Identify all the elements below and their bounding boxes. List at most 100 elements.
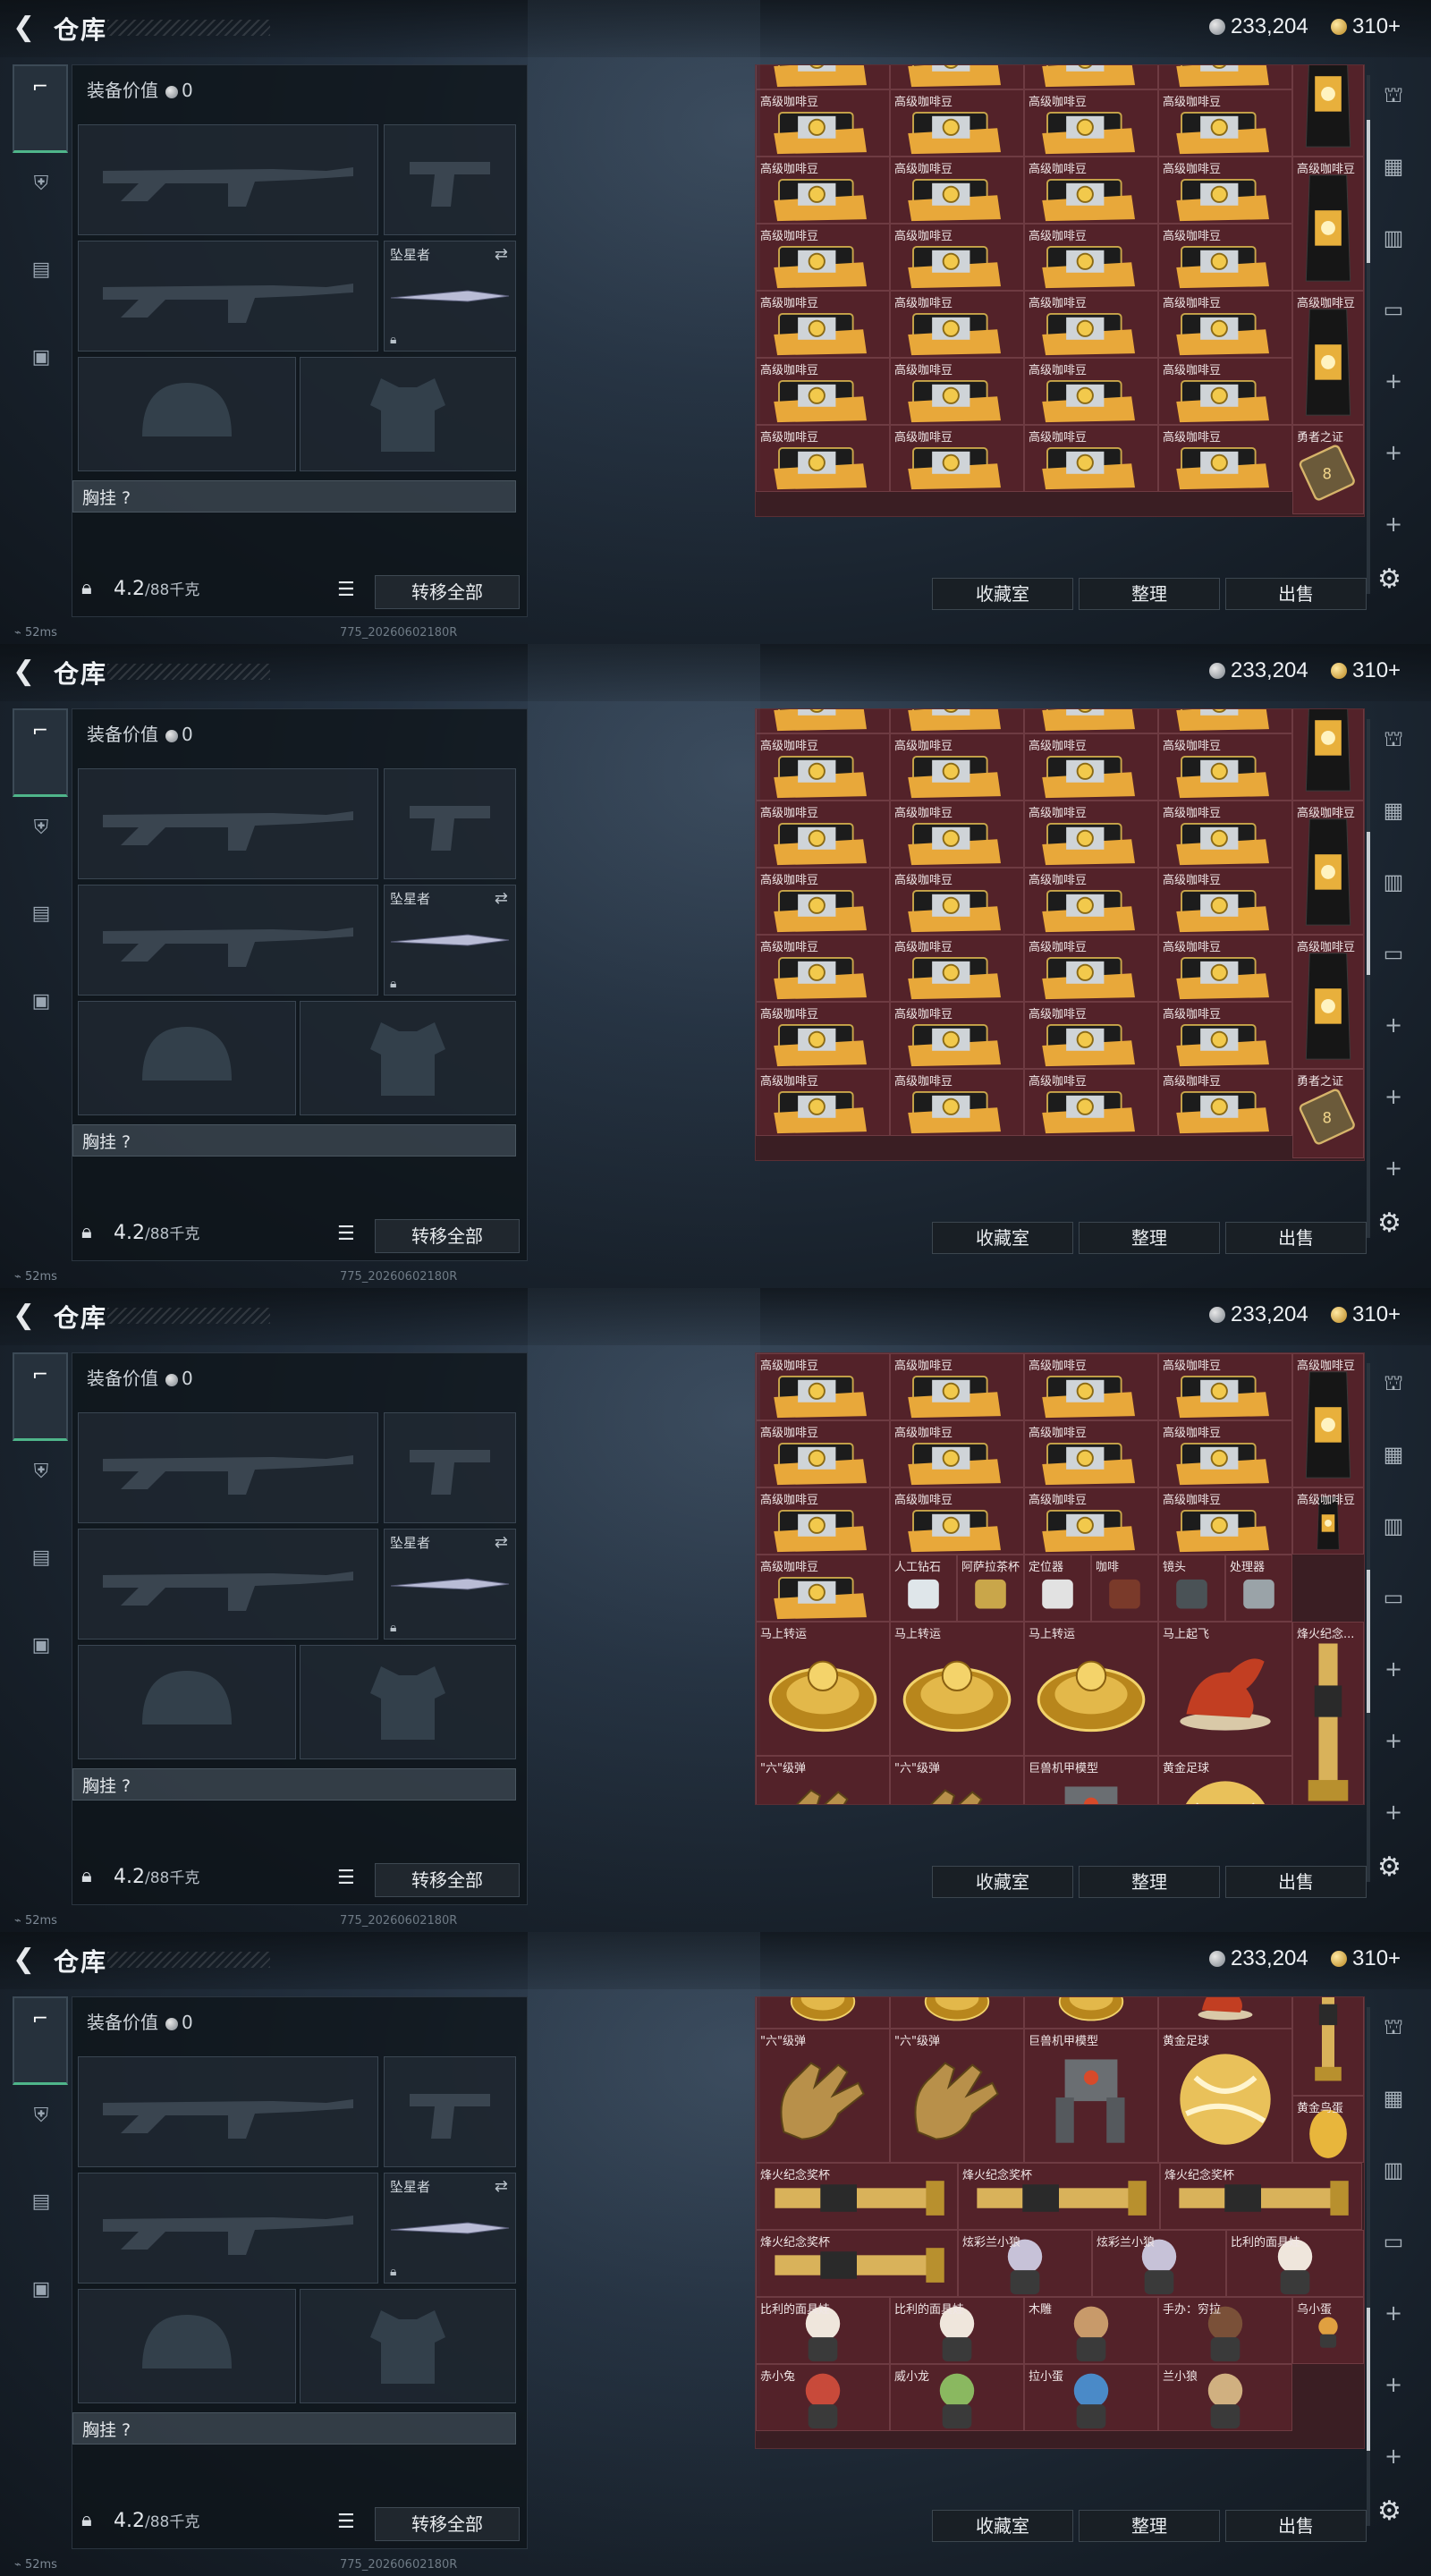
coffee-bean-item[interactable]: 高级咖啡豆 — [1158, 291, 1292, 358]
coffee-bean-item[interactable]: 高级咖啡豆 — [1158, 224, 1292, 291]
coffee-bag-item[interactable]: 高级咖啡豆 — [1292, 801, 1364, 935]
coffee-bean-item[interactable]: 高级咖啡豆 — [1158, 1353, 1292, 1420]
backpack-icon[interactable]: ⛫ — [1374, 75, 1413, 114]
secondary-weapon-slot[interactable] — [78, 885, 378, 996]
coffee-bean-item[interactable] — [1024, 709, 1158, 733]
backpack-icon[interactable]: ⛫ — [1374, 1363, 1413, 1402]
safe-box-icon[interactable]: ▦ — [1374, 147, 1413, 186]
grid-scrollbar[interactable] — [1367, 719, 1370, 1238]
melee-slot[interactable]: 坠星者 ⇄ 🔒︎ — [384, 241, 516, 352]
collectible-item[interactable]: 马上转运 — [756, 1622, 890, 1756]
sell-button[interactable]: 出售 — [1225, 578, 1367, 610]
grid-scrollbar[interactable] — [1367, 1363, 1370, 1882]
back-arrow-icon[interactable]: ❮ — [13, 13, 39, 43]
pistol-slot[interactable] — [384, 2056, 516, 2167]
case-icon[interactable]: ▥ — [1374, 862, 1413, 902]
coffee-bean-item[interactable]: 高级咖啡豆 — [1158, 801, 1292, 868]
add-icon[interactable]: + — [1374, 1148, 1413, 1188]
trophy-item[interactable]: 烽火纪念... — [1292, 1622, 1364, 1804]
coffee-bean-item[interactable]: 高级咖啡豆 — [756, 224, 890, 291]
coffee-bean-item[interactable]: 高级咖啡豆 — [1024, 425, 1158, 492]
armor-slot[interactable] — [300, 1001, 516, 1115]
pistol-slot[interactable] — [384, 124, 516, 235]
case-icon[interactable]: ▥ — [1374, 218, 1413, 258]
secondary-weapon-slot[interactable] — [78, 241, 378, 352]
gun-icon[interactable]: ⌐ — [13, 1352, 68, 1441]
coffee-bean-item[interactable]: 高级咖啡豆 — [890, 425, 1024, 492]
tv-icon[interactable]: ▭ — [1374, 290, 1413, 329]
briefcase-icon[interactable]: ▣ — [20, 1624, 63, 1667]
coffee-bag-item[interactable] — [1292, 709, 1364, 801]
small-item[interactable]: 处理器 — [1225, 1555, 1292, 1622]
coffee-bean-item[interactable]: 高级咖啡豆 — [1158, 1069, 1292, 1136]
helmet-slot[interactable] — [78, 1645, 296, 1759]
coffee-bean-item[interactable]: 高级咖啡豆 — [756, 935, 890, 1002]
clipboard-icon[interactable]: ▤ — [20, 2181, 63, 2224]
figure-item[interactable]: 拉小蛋 — [1024, 2364, 1158, 2431]
coffee-bean-item[interactable] — [1158, 65, 1292, 89]
armor-icon[interactable]: ⛨ — [20, 807, 63, 850]
collectible-item[interactable]: 巨兽机甲模型 — [1024, 1756, 1158, 1804]
collectible-item[interactable]: 巨兽机甲模型 — [1024, 2029, 1158, 2163]
armor-slot[interactable] — [300, 357, 516, 471]
figure-item[interactable]: 木雕 — [1024, 2297, 1158, 2364]
coffee-bean-item[interactable]: 高级咖啡豆 — [756, 157, 890, 224]
coffee-bean-item[interactable]: 高级咖啡豆 — [1024, 733, 1158, 801]
add-icon[interactable]: + — [1374, 2436, 1413, 2476]
trophy-item[interactable]: 烽火纪念奖杯 — [958, 2163, 1160, 2230]
coffee-bag-item[interactable]: 高级咖啡豆 — [1292, 1353, 1364, 1487]
coffee-bean-item[interactable]: 高级咖啡豆 — [1024, 1069, 1158, 1136]
settings-gear-icon[interactable]: ⚙ — [1377, 1852, 1401, 1883]
figure-item[interactable]: 炫彩兰小狼 — [958, 2230, 1092, 2297]
coffee-bean-item[interactable]: 高级咖啡豆 — [1158, 157, 1292, 224]
collectible-item[interactable] — [890, 1997, 1024, 2029]
figure-item[interactable]: 炫彩兰小狼 — [1092, 2230, 1226, 2297]
primary-weapon-slot[interactable] — [78, 768, 378, 879]
coffee-bean-item[interactable]: 高级咖啡豆 — [756, 1002, 890, 1069]
coffee-bag-item[interactable]: 高级咖啡豆 — [1292, 291, 1364, 425]
coffee-bean-item[interactable]: 高级咖啡豆 — [1024, 291, 1158, 358]
collectible-item[interactable]: "六"级弹 — [756, 2029, 890, 2163]
coffee-bean-item[interactable]: 高级咖啡豆 — [1024, 868, 1158, 935]
backpack-icon[interactable]: ⛫ — [1374, 2007, 1413, 2046]
chest-rig-slot[interactable]: 胸挂 ? — [72, 1124, 516, 1157]
figure-item[interactable]: 威小龙 — [890, 2364, 1024, 2431]
coffee-bean-item[interactable]: 高级咖啡豆 — [890, 1353, 1024, 1420]
sort-button[interactable]: 整理 — [1079, 2510, 1220, 2542]
settings-gear-icon[interactable]: ⚙ — [1377, 2496, 1401, 2527]
add-icon[interactable]: + — [1374, 1721, 1413, 1760]
coffee-bean-item[interactable] — [756, 709, 890, 733]
primary-weapon-slot[interactable] — [78, 1412, 378, 1523]
add-icon[interactable]: + — [1374, 1005, 1413, 1045]
coffee-bean-item[interactable]: 高级咖啡豆 — [890, 291, 1024, 358]
coffee-bean-item[interactable] — [890, 65, 1024, 89]
small-item[interactable]: 人工钻石 — [890, 1555, 957, 1622]
collectible-item[interactable] — [756, 1997, 890, 2029]
coffee-bag-item[interactable]: 高级咖啡豆 — [1292, 157, 1364, 291]
coffee-bean-item[interactable] — [1024, 65, 1158, 89]
grid-scrollbar[interactable] — [1367, 2007, 1370, 2526]
coffee-bean-item[interactable]: 高级咖啡豆 — [1024, 1420, 1158, 1487]
back-arrow-icon[interactable]: ❮ — [13, 1301, 39, 1331]
sell-button[interactable]: 出售 — [1225, 2510, 1367, 2542]
coffee-bean-item[interactable] — [890, 709, 1024, 733]
figure-item[interactable]: 比利的面具娃 — [1226, 2230, 1364, 2297]
collectible-item[interactable]: "六"级弹 — [890, 1756, 1024, 1804]
coffee-bean-item[interactable]: 高级咖啡豆 — [756, 1555, 890, 1622]
figure-item[interactable]: 兰小狼 — [1158, 2364, 1292, 2431]
collectible-item[interactable]: 黄金足球 — [1158, 1756, 1292, 1804]
scroll-thumb[interactable] — [1367, 1570, 1370, 1713]
chest-rig-slot[interactable]: 胸挂 ? — [72, 2412, 516, 2445]
add-icon[interactable]: + — [1374, 361, 1413, 401]
list-icon[interactable]: ☰ — [337, 1223, 355, 1245]
grid-scrollbar[interactable] — [1367, 75, 1370, 594]
coffee-bean-item[interactable]: 高级咖啡豆 — [1158, 1420, 1292, 1487]
gold-currency[interactable]: 310+ — [1331, 14, 1401, 39]
figure-item[interactable]: 比利的面具娃 — [890, 2297, 1024, 2364]
small-item[interactable]: 阿萨拉茶杯 — [957, 1555, 1024, 1622]
gold-currency[interactable]: 310+ — [1331, 658, 1401, 683]
helmet-slot[interactable] — [78, 2289, 296, 2403]
coffee-bean-item[interactable]: 高级咖啡豆 — [756, 358, 890, 425]
coffee-bean-item[interactable]: 高级咖啡豆 — [890, 157, 1024, 224]
transfer-all-button[interactable]: 转移全部 — [375, 2507, 520, 2541]
